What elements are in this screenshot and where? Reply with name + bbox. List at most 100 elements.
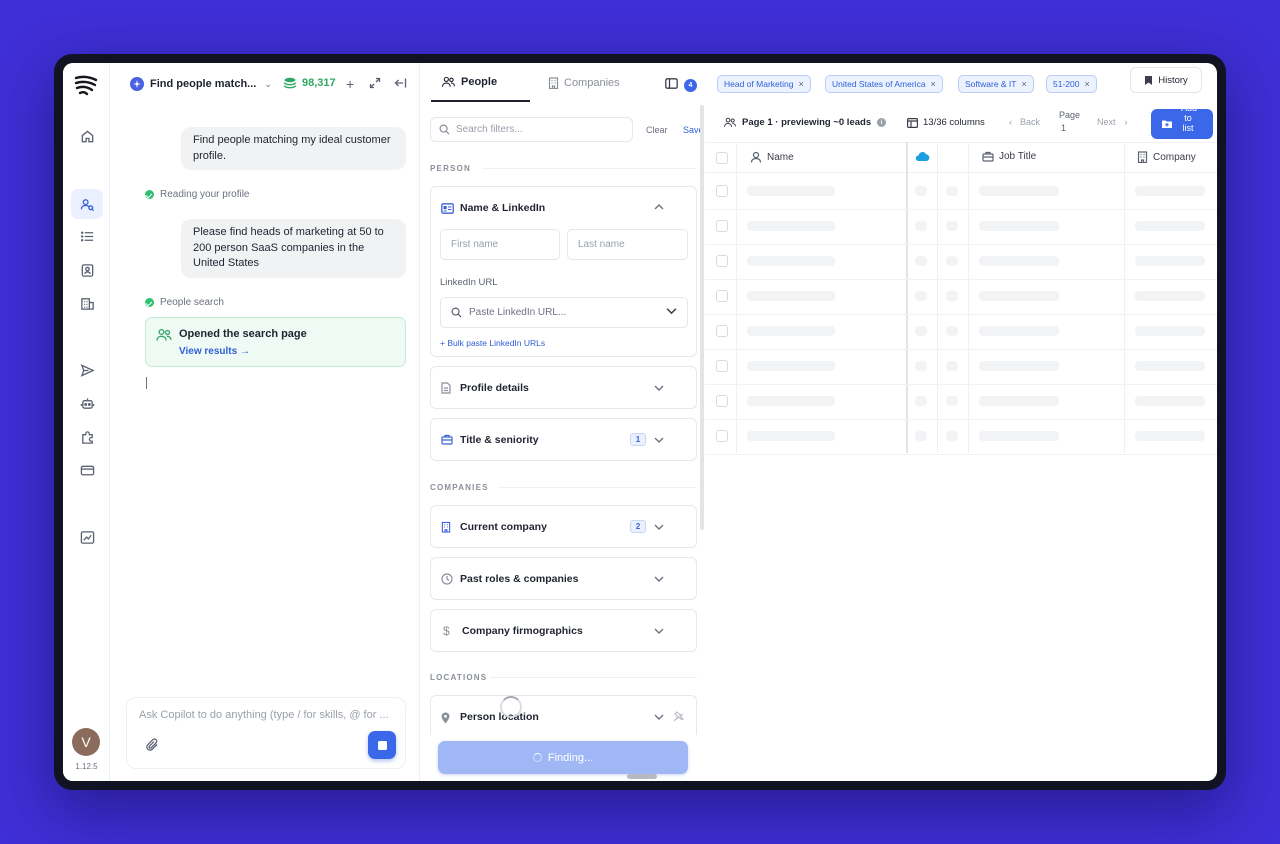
building-icon: [548, 76, 559, 89]
column-header-company[interactable]: Company: [1137, 151, 1196, 163]
coins-icon: [283, 77, 297, 89]
name-linkedin-filter: Name & LinkedIn LinkedIn URL Paste Linke…: [430, 186, 697, 357]
skeleton-cell: [946, 186, 958, 196]
info-icon[interactable]: i: [877, 118, 887, 127]
finding-button[interactable]: Finding...: [438, 741, 688, 774]
tab-companies[interactable]: Companies: [548, 63, 620, 102]
profile-details-filter[interactable]: Profile details: [430, 366, 697, 409]
close-icon[interactable]: ×: [1084, 79, 1089, 89]
row-checkbox[interactable]: [716, 185, 728, 197]
skeleton-cell: [915, 291, 927, 301]
chevron-down-icon: [654, 576, 664, 582]
name-linkedin-title[interactable]: Name & LinkedIn: [460, 202, 545, 214]
pin-off-icon[interactable]: [673, 711, 684, 722]
close-icon[interactable]: ×: [798, 79, 803, 89]
chevron-down-icon: [654, 437, 664, 443]
skeleton-cell: [915, 361, 927, 371]
close-icon[interactable]: ×: [1022, 79, 1027, 89]
column-header-name[interactable]: Name: [750, 151, 794, 163]
tab-people[interactable]: People: [431, 63, 530, 102]
briefcase-icon: [441, 434, 453, 445]
chat-title: Find people match...: [150, 78, 257, 90]
row-divider: [705, 349, 1217, 350]
row-checkbox[interactable]: [716, 290, 728, 302]
columns-button[interactable]: 13/36 columns: [907, 117, 985, 128]
sparkle-icon: [130, 77, 144, 91]
expand-icon[interactable]: [369, 76, 381, 92]
collapse-panel-icon[interactable]: [394, 76, 407, 92]
clear-filters-button[interactable]: Clear: [646, 125, 668, 135]
firmographics-filter[interactable]: $ Company firmographics: [430, 609, 697, 652]
chat-title-dropdown[interactable]: Find people match... ⌄: [130, 77, 272, 91]
chevron-right-icon: ›: [1124, 117, 1128, 127]
send-icon[interactable]: [71, 355, 103, 385]
people-icon: [441, 76, 456, 87]
credits-balance[interactable]: 98,317: [283, 77, 336, 89]
current-company-filter[interactable]: Current company 2: [430, 505, 697, 548]
row-checkbox[interactable]: [716, 255, 728, 267]
chevron-down-icon: [654, 524, 664, 530]
row-checkbox[interactable]: [716, 430, 728, 442]
filter-chip-headcount[interactable]: 51-200 ×: [1046, 75, 1097, 93]
bulk-paste-link[interactable]: + Bulk paste LinkedIn URLs: [440, 338, 545, 348]
location-pin-icon: [441, 712, 450, 724]
puzzle-icon[interactable]: [71, 422, 103, 452]
filter-chip-industry[interactable]: Software & IT ×: [958, 75, 1034, 93]
row-checkbox[interactable]: [716, 220, 728, 232]
row-checkbox[interactable]: [716, 325, 728, 337]
drag-handle[interactable]: [627, 774, 657, 779]
billing-card-icon[interactable]: [71, 455, 103, 485]
user-avatar[interactable]: V: [72, 728, 100, 756]
analytics-icon[interactable]: [71, 522, 103, 552]
back-button[interactable]: ‹ Back: [1009, 117, 1040, 127]
check-icon: [145, 190, 154, 199]
last-name-input[interactable]: [567, 229, 688, 260]
companies-icon[interactable]: [71, 288, 103, 318]
history-button[interactable]: History: [1130, 67, 1202, 93]
robot-icon[interactable]: [71, 388, 103, 418]
new-chat-plus-icon[interactable]: +: [346, 76, 354, 92]
column-header-job-title[interactable]: Job Title: [982, 151, 1036, 162]
home-icon[interactable]: [71, 121, 103, 151]
row-checkbox[interactable]: [716, 360, 728, 372]
search-icon: [451, 307, 462, 318]
close-icon[interactable]: ×: [931, 79, 936, 89]
row-divider: [705, 209, 1217, 210]
select-all-checkbox[interactable]: [716, 152, 728, 164]
next-button[interactable]: Next ›: [1097, 117, 1128, 127]
filter-chip-title[interactable]: Head of Marketing ×: [717, 75, 811, 93]
skeleton-cell: [1135, 186, 1205, 196]
building-icon: [1137, 151, 1148, 163]
search-filters-input[interactable]: [456, 124, 626, 135]
tab-label: People: [461, 75, 498, 88]
skeleton-cell: [946, 396, 958, 406]
salesforce-column-icon[interactable]: [915, 151, 935, 162]
people-icon: [723, 117, 737, 127]
current-company-title: Current company: [460, 521, 547, 533]
skeleton-cell: [946, 291, 958, 301]
copilot-input[interactable]: [139, 706, 395, 724]
search-result-card[interactable]: Opened the search page View results →: [145, 317, 406, 367]
sidebar-toggle-icon[interactable]: [665, 78, 678, 89]
chevron-up-icon[interactable]: [654, 203, 664, 210]
filters-scrollbar[interactable]: [700, 105, 704, 530]
add-to-list-button[interactable]: Add to list: [1151, 103, 1213, 139]
linkedin-url-select[interactable]: Paste LinkedIn URL...: [440, 297, 688, 328]
first-name-input[interactable]: [440, 229, 560, 260]
row-checkbox[interactable]: [716, 395, 728, 407]
people-search-icon[interactable]: [71, 189, 103, 219]
app-window: V 1.12.5 Find people match... ⌄ 98,317 +: [63, 63, 1217, 781]
skeleton-cell: [946, 221, 958, 231]
title-seniority-filter[interactable]: Title & seniority 1: [430, 418, 697, 461]
stop-generation-button[interactable]: [368, 731, 396, 759]
row-divider: [705, 314, 1217, 315]
column-label: Company: [1153, 151, 1196, 163]
person-location-filter[interactable]: Person location: [430, 695, 697, 735]
contacts-icon[interactable]: [71, 255, 103, 285]
attach-paperclip-icon[interactable]: [146, 738, 159, 752]
view-results-link[interactable]: View results →: [179, 346, 250, 357]
past-roles-filter[interactable]: Past roles & companies: [430, 557, 697, 600]
filter-chip-country[interactable]: United States of America ×: [825, 75, 943, 93]
lists-icon[interactable]: [71, 221, 103, 251]
status-people-search: People search: [145, 297, 224, 308]
